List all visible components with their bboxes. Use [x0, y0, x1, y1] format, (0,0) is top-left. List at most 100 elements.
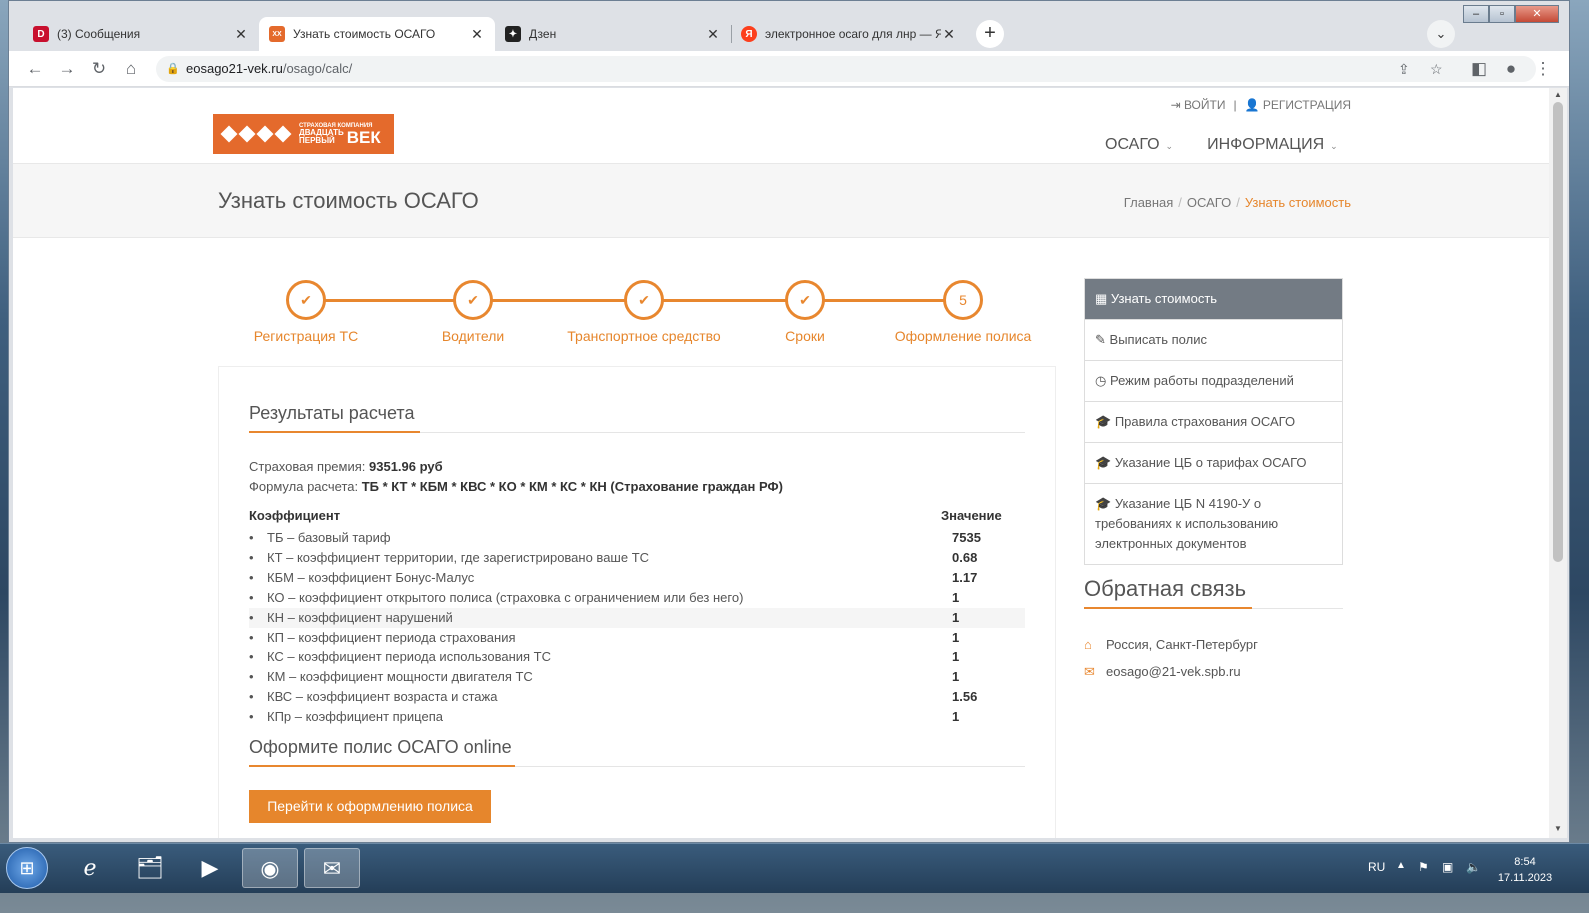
- tab-yandex-search[interactable]: Я электронное осаго для лнр — Я ✕: [731, 17, 967, 51]
- sidebar-item-hours[interactable]: ◷ Режим работы подразделений: [1085, 360, 1342, 401]
- close-tab-icon[interactable]: ✕: [941, 26, 957, 43]
- close-tab-icon[interactable]: ✕: [469, 26, 485, 43]
- register-link[interactable]: 👤 РЕГИСТРАЦИЯ: [1245, 98, 1351, 112]
- sidebar-item-label: Указание ЦБ о тарифах ОСАГО: [1114, 455, 1307, 470]
- sidebar-item-issue[interactable]: ✎ Выписать полис: [1085, 319, 1342, 360]
- login-link[interactable]: ⇥ ВОЙТИ: [1171, 98, 1226, 112]
- url-path: /osago/calc/: [282, 61, 353, 76]
- coef-row: • КО – коэффициент открытого полиса (стра…: [249, 588, 1025, 608]
- close-tab-icon[interactable]: ✕: [233, 26, 249, 43]
- network-icon[interactable]: ▣: [1442, 860, 1453, 874]
- action-center-flag-icon[interactable]: ⚑: [1418, 860, 1429, 874]
- side-panel-icon[interactable]: ◧: [1467, 57, 1491, 81]
- language-indicator[interactable]: RU: [1368, 860, 1385, 874]
- tab-title: Дзен: [529, 27, 557, 41]
- page-header: Узнать стоимость ОСАГО Главная / ОСАГО / Узн…: [13, 163, 1549, 238]
- profile-avatar-icon[interactable]: ●: [1499, 57, 1523, 81]
- sidebar-item-calc[interactable]: ▦ Узнать стоимость: [1085, 279, 1342, 319]
- site-favicon-icon: XX: [269, 26, 285, 42]
- feedback-title: Обратная связь: [1084, 576, 1247, 601]
- chevron-down-icon: ⌄: [1330, 141, 1338, 151]
- breadcrumb-separator: /: [1178, 195, 1182, 210]
- system-clock[interactable]: 8:54 17.11.2023: [1490, 854, 1560, 886]
- bookmark-star-icon[interactable]: ☆: [1430, 56, 1443, 82]
- coef-name: КС – коэффициент периода использования Т…: [267, 649, 551, 665]
- coef-value: 1: [952, 589, 960, 605]
- logo-word: ВЕК: [346, 127, 381, 147]
- close-window-icon[interactable]: ✕: [1515, 5, 1559, 23]
- nav-osago[interactable]: ОСАГО ⌄: [1105, 136, 1173, 154]
- breadcrumb-osago[interactable]: ОСАГО: [1187, 195, 1231, 210]
- tab-search-button[interactable]: ⌄: [1427, 20, 1455, 48]
- lock-icon: 🔒: [166, 63, 180, 75]
- coef-value: 0.68: [952, 549, 978, 565]
- sidebar-menu: ▦ Узнать стоимость ✎ Выписать полис ◷ Ре…: [1084, 278, 1343, 565]
- contact-email[interactable]: ✉ eosago@21-vek.spb.ru: [1084, 664, 1241, 680]
- bullet: •: [249, 709, 254, 725]
- logo-line2: ПЕРВЫЙ: [299, 136, 335, 145]
- coef-row: • КН – коэффициент нарушений 1: [249, 607, 1025, 628]
- coef-value: 1: [952, 669, 960, 685]
- back-icon[interactable]: ←: [23, 57, 47, 81]
- step-number: 5: [943, 280, 983, 320]
- coef-name: КПр – коэффициент прицепа: [267, 709, 443, 725]
- coef-row: • КПр – коэффициент прицепа 1: [249, 707, 1025, 727]
- nav-info[interactable]: ИНФОРМАЦИЯ ⌄: [1207, 136, 1338, 154]
- tab-osago-calc[interactable]: XX Узнать стоимость ОСАГО ✕: [259, 17, 495, 51]
- share-icon[interactable]: ⇪: [1398, 56, 1410, 82]
- breadcrumb-home[interactable]: Главная: [1124, 195, 1173, 210]
- coef-name: КБМ – коэффициент Бонус-Малус: [267, 569, 475, 585]
- sidebar-item-tariffs[interactable]: 🎓 Указание ЦБ о тарифах ОСАГО: [1085, 442, 1342, 483]
- messages-favicon-icon: D: [33, 26, 49, 42]
- tab-title: Узнать стоимость ОСАГО: [293, 27, 436, 41]
- scroll-up-icon[interactable]: ▲: [1549, 90, 1567, 99]
- volume-icon[interactable]: 🔈: [1466, 860, 1481, 874]
- clock-time: 8:54: [1514, 856, 1536, 868]
- tray-expand-icon[interactable]: ▲: [1396, 860, 1406, 871]
- breadcrumb-separator: /: [1236, 195, 1240, 210]
- results-panel: Результаты расчета Страховая премия: 935…: [218, 366, 1056, 838]
- maximize-icon[interactable]: ▫: [1489, 5, 1515, 23]
- new-tab-button[interactable]: +: [976, 20, 1004, 48]
- coef-row: • КМ – коэффициент мощности двигателя ТС 1: [249, 667, 1025, 687]
- go-to-policy-button[interactable]: Перейти к оформлению полиса: [249, 790, 491, 823]
- internet-explorer-icon[interactable]: ℯ: [62, 848, 118, 888]
- sidebar-item-4190[interactable]: 🎓 Указание ЦБ N 4190-У о требованиях к и…: [1085, 483, 1342, 564]
- address-text: Россия, Санкт-Петербург: [1106, 637, 1258, 652]
- forward-icon[interactable]: →: [55, 57, 79, 81]
- coef-value: 1: [952, 629, 960, 645]
- menu-kebab-icon[interactable]: ⋮: [1531, 57, 1555, 81]
- reload-icon[interactable]: ↻: [87, 57, 111, 81]
- user-plus-icon: 👤: [1244, 98, 1263, 112]
- page-title: Узнать стоимость ОСАГО: [218, 188, 479, 213]
- sidebar-item-rules[interactable]: 🎓 Правила страхования ОСАГО: [1085, 401, 1342, 442]
- bullet: •: [249, 549, 254, 565]
- tab-messages[interactable]: D (3) Сообщения ✕: [23, 17, 259, 51]
- scroll-thumb[interactable]: [1553, 102, 1563, 562]
- coef-col-header: Коэффициент: [249, 508, 341, 523]
- browser-window: D (3) Сообщения ✕ XX Узнать стоимость ОС…: [8, 0, 1570, 843]
- coef-value: 1: [952, 709, 960, 725]
- page-scrollbar[interactable]: ▲ ▼: [1549, 88, 1567, 838]
- file-explorer-icon[interactable]: 🗂: [122, 848, 178, 888]
- coef-value: 1.56: [952, 689, 978, 705]
- envelope-icon: ✉: [1084, 664, 1095, 679]
- step-label: Сроки: [785, 328, 825, 344]
- company-logo[interactable]: СТРАХОВАЯ КОМПАНИЯ ДВАДЦАТЬ ПЕРВЫЙ ВЕК: [213, 114, 394, 154]
- media-player-icon[interactable]: ▶: [182, 848, 238, 888]
- start-button[interactable]: ⊞: [6, 847, 48, 889]
- chrome-icon[interactable]: ◉: [242, 848, 298, 888]
- yandex-favicon-icon: Я: [741, 26, 757, 42]
- value-col-header: Значение: [941, 508, 1002, 523]
- breadcrumb-current: Узнать стоимость: [1244, 195, 1351, 210]
- chevron-down-icon: ⌄: [1165, 141, 1174, 151]
- scroll-down-icon[interactable]: ▼: [1549, 824, 1567, 833]
- coef-row: • КТ – коэффициент территории, где зареги…: [249, 548, 1025, 568]
- tab-dzen[interactable]: ✦ Дзен ✕: [495, 17, 731, 51]
- minimize-icon[interactable]: –: [1463, 5, 1489, 23]
- address-bar[interactable]: 🔒 eosago21-vek.ru/osago/calc/ ⇪ ☆: [156, 56, 1536, 82]
- home-icon[interactable]: ⌂: [119, 57, 143, 81]
- close-tab-icon[interactable]: ✕: [705, 26, 721, 43]
- outlook-icon[interactable]: ✉: [304, 848, 360, 888]
- main-nav: ОСАГО ⌄ ИНФОРМАЦИЯ ⌄: [1105, 136, 1338, 154]
